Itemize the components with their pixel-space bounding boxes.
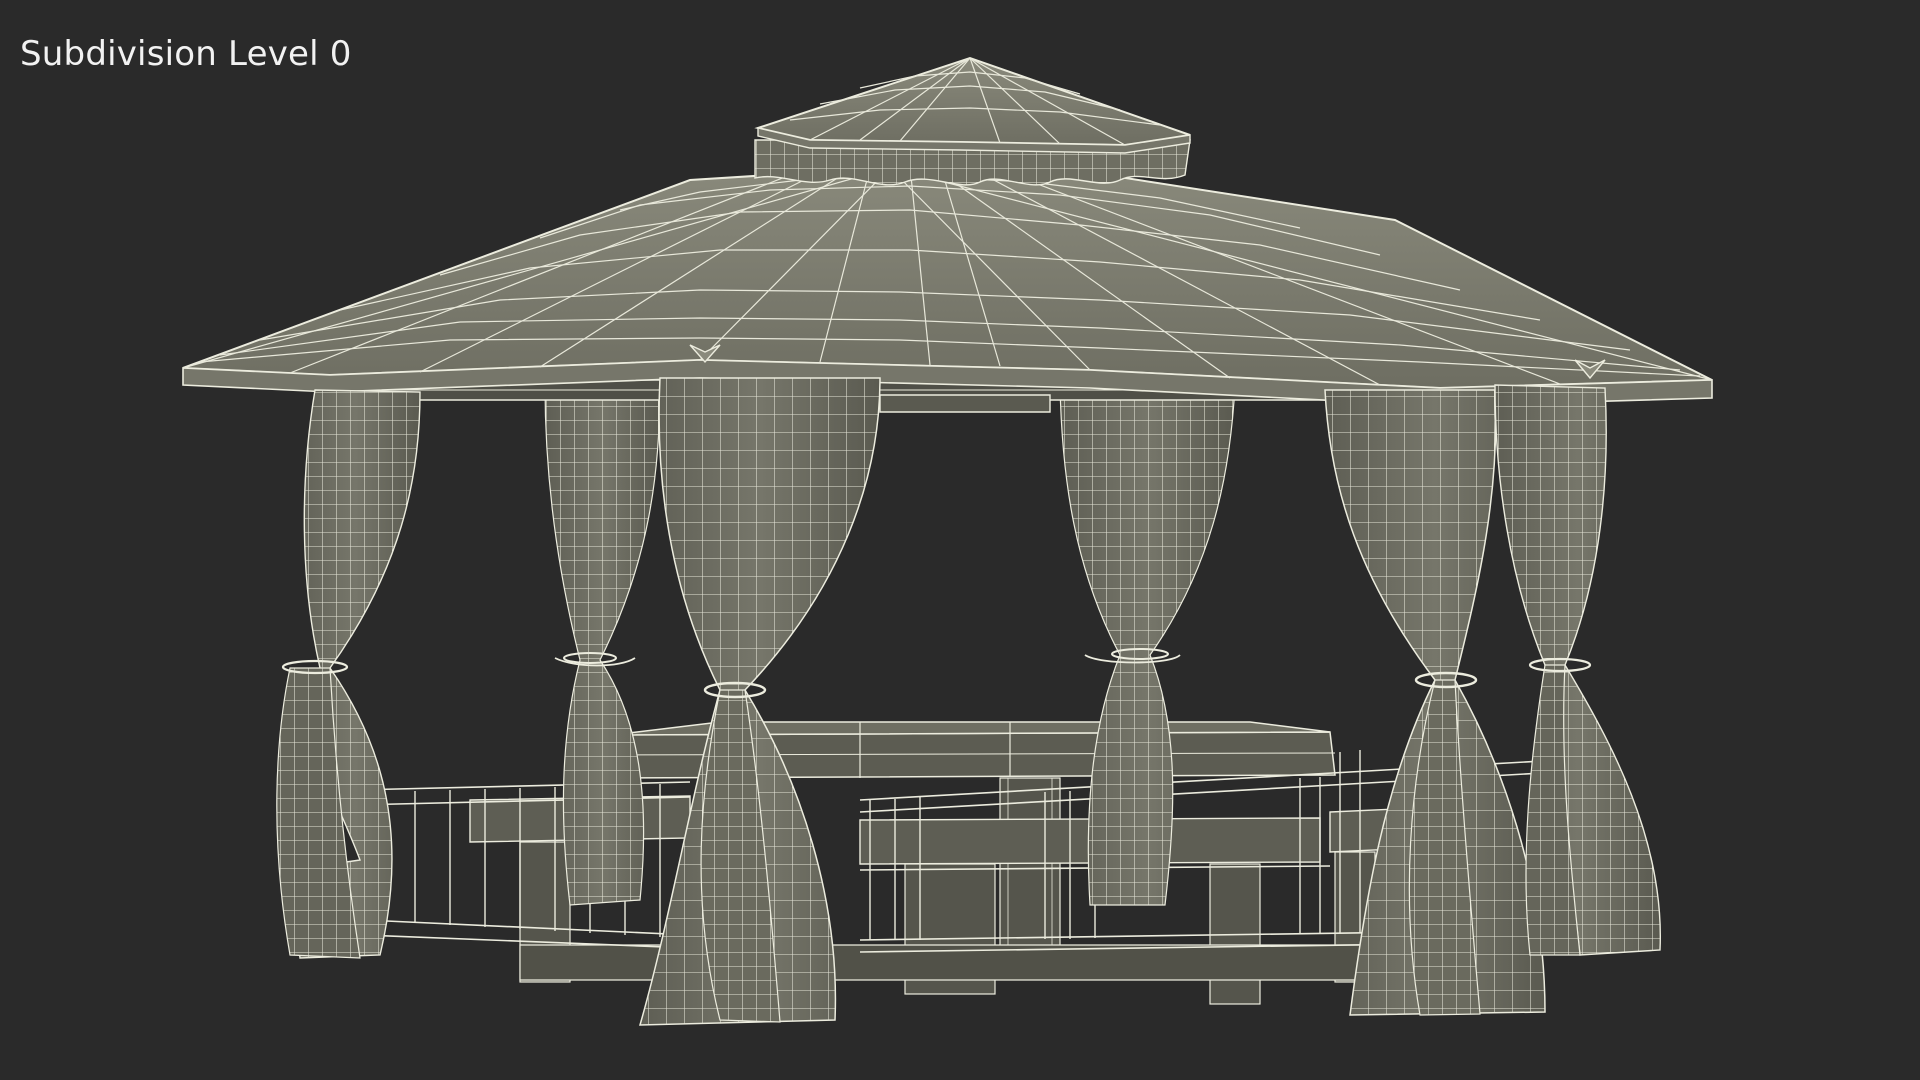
viewport: Subdivision Level 0 — [0, 0, 1920, 1080]
inner-curtain-ties — [554, 654, 1181, 667]
main-roof — [182, 158, 1713, 407]
gazebo-model — [182, 56, 1713, 1026]
roof-cupola — [754, 56, 1191, 186]
